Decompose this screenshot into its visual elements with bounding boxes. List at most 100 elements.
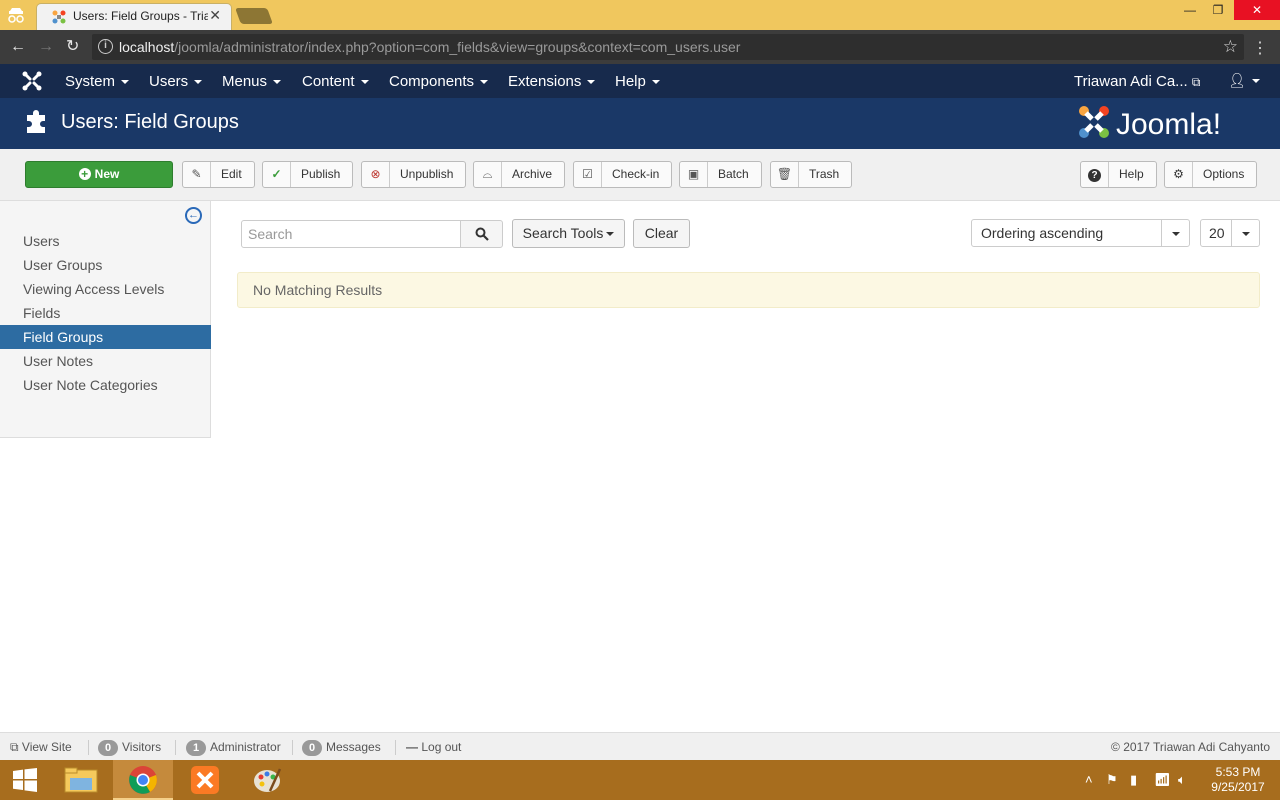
page-title: Users: Field Groups xyxy=(61,111,239,133)
edit-button[interactable]: ✎ Edit xyxy=(182,161,255,188)
admin-navbar: System Users Menus Content Components Ex… xyxy=(0,64,1280,98)
question-icon: ? xyxy=(1081,162,1109,187)
user-menu[interactable]: 👤︎ xyxy=(1228,72,1260,89)
nav-site-link[interactable]: Triawan Adi Ca... ⧉ xyxy=(1074,73,1200,90)
unpublish-x-icon: ⊗ xyxy=(362,162,390,187)
nav-help[interactable]: Help xyxy=(615,73,660,90)
clock-date: 9/25/2017 xyxy=(1211,780,1265,794)
taskbar-clock[interactable]: 5:53 PM 9/25/2017 xyxy=(1208,765,1268,795)
address-bar[interactable]: i localhost/joomla/administrator/index.p… xyxy=(92,34,1244,60)
sidebar-item-user-note-categories[interactable]: User Note Categories xyxy=(0,373,211,397)
external-link-icon: ⧉ xyxy=(1191,75,1201,89)
visitors-badge: 0 xyxy=(98,740,118,756)
archive-button[interactable]: ⌓ Archive xyxy=(473,161,566,188)
browser-menu-icon[interactable]: ⋮ xyxy=(1252,38,1268,58)
nav-menus-label: Menus xyxy=(222,73,268,90)
unpublish-button[interactable]: ⊗ Unpublish xyxy=(361,161,467,188)
administrator-status: 1 Administrator xyxy=(186,740,281,756)
taskbar-chrome[interactable] xyxy=(113,760,173,800)
reload-icon[interactable]: ↻ xyxy=(66,38,79,56)
paint-palette-icon xyxy=(254,768,282,792)
chevron-down-icon xyxy=(1231,220,1259,246)
browser-tab[interactable]: Users: Field Groups - Triawan Adi Cahyan… xyxy=(36,3,232,30)
windows-taskbar: ˄ ⚑ ▮ 📶︎ 🔈︎ 5:53 PM 9/25/2017 xyxy=(0,760,1280,800)
options-label: Options xyxy=(1203,167,1245,181)
url-path: /joomla/administrator/index.php?option=c… xyxy=(174,39,741,55)
nav-extensions[interactable]: Extensions xyxy=(508,73,596,90)
nav-system[interactable]: System xyxy=(65,73,130,90)
search-icon xyxy=(475,227,489,241)
clear-button[interactable]: Clear xyxy=(633,219,690,248)
batch-button[interactable]: ▣ Batch xyxy=(679,161,762,188)
sidebar: ← Users User Groups Viewing Access Level… xyxy=(0,201,211,438)
user-icon: 👤︎ xyxy=(1228,72,1246,88)
forward-arrow-icon[interactable]: → xyxy=(38,38,54,56)
joomla-logo-icon[interactable] xyxy=(22,71,42,91)
edit-icon: ✎ xyxy=(183,162,211,187)
search-button[interactable] xyxy=(460,220,503,248)
tray-volume-icon[interactable]: 🔈︎ xyxy=(1178,772,1186,788)
search-tools-button[interactable]: Search Tools xyxy=(512,219,625,248)
trash-button[interactable]: 🗑︎ Trash xyxy=(770,161,853,188)
sidebar-item-viewing-access-levels[interactable]: Viewing Access Levels xyxy=(0,277,211,301)
nav-components-label: Components xyxy=(389,73,475,90)
window-close-button[interactable]: ✕ xyxy=(1234,0,1280,20)
info-icon[interactable]: i xyxy=(98,39,113,54)
browser-toolbar: ← → ↻ i localhost/joomla/administrator/i… xyxy=(0,30,1280,64)
messages-link[interactable]: 0 Messages xyxy=(302,740,381,756)
status-bar: ⧉ View Site 0 Visitors 1 Administrator 0 Me… xyxy=(0,732,1280,760)
sidebar-collapse-icon[interactable]: ← xyxy=(185,207,202,224)
archive-icon: ⌓ xyxy=(474,162,502,187)
maximize-button[interactable]: ❐ xyxy=(1204,0,1232,22)
minimize-button[interactable]: — xyxy=(1176,0,1204,22)
ordering-select[interactable]: Ordering ascending xyxy=(971,219,1190,247)
chevron-down-icon xyxy=(1161,220,1189,246)
url-text[interactable]: localhost/joomla/administrator/index.php… xyxy=(119,39,740,55)
external-link-icon: ⧉ xyxy=(10,740,19,754)
copyright: © 2017 Triawan Adi Cahyanto xyxy=(1111,740,1270,754)
tray-power-icon[interactable]: ▮ xyxy=(1130,772,1137,788)
back-arrow-icon[interactable]: ← xyxy=(10,38,26,56)
new-button[interactable]: + New xyxy=(25,161,173,188)
limit-select[interactable]: 20 xyxy=(1200,219,1260,247)
nav-system-label: System xyxy=(65,73,116,90)
nav-content[interactable]: Content xyxy=(302,73,369,90)
action-toolbar: + New ✎ Edit ✓ Publish ⊗ Unpublish ⌓ Archive … xyxy=(0,149,1280,201)
nav-menus[interactable]: Menus xyxy=(222,73,282,90)
trash-label: Trash xyxy=(809,167,840,181)
tray-flag-icon[interactable]: ⚑ xyxy=(1106,772,1118,788)
publish-button[interactable]: ✓ Publish xyxy=(262,161,354,188)
logout-link[interactable]: — Log out xyxy=(406,740,461,754)
trash-icon: 🗑︎ xyxy=(771,162,799,187)
help-button[interactable]: ? Help xyxy=(1080,161,1157,188)
nav-components[interactable]: Components xyxy=(389,73,489,90)
tab-title: Users: Field Groups - Triawan Adi Cahyan… xyxy=(73,9,208,23)
sidebar-item-fields[interactable]: Fields xyxy=(0,301,211,325)
folder-icon xyxy=(64,767,98,793)
nav-content-label: Content xyxy=(302,73,355,90)
options-button[interactable]: ⚙ Options xyxy=(1164,161,1258,188)
admin-label: Administrator xyxy=(210,740,281,754)
sidebar-item-field-groups[interactable]: Field Groups xyxy=(0,325,211,349)
sidebar-item-users[interactable]: Users xyxy=(0,229,211,253)
checkin-button[interactable]: ☑ Check-in xyxy=(573,161,673,188)
nav-help-label: Help xyxy=(615,73,646,90)
tray-chevron-up-icon[interactable]: ˄ xyxy=(1085,772,1093,787)
new-tab-button[interactable] xyxy=(235,8,273,24)
taskbar-file-explorer[interactable] xyxy=(51,760,111,800)
chrome-icon xyxy=(129,766,157,794)
taskbar-paint[interactable] xyxy=(237,760,297,800)
taskbar-xampp[interactable] xyxy=(175,760,235,800)
bookmark-star-icon[interactable]: ☆ xyxy=(1223,37,1238,57)
sidebar-item-user-groups[interactable]: User Groups xyxy=(0,253,211,277)
tab-close-icon[interactable]: ✕ xyxy=(209,7,221,24)
gear-icon: ⚙ xyxy=(1165,162,1193,187)
nav-users[interactable]: Users xyxy=(149,73,203,90)
view-site-link[interactable]: ⧉ View Site xyxy=(10,740,72,755)
publish-label: Publish xyxy=(301,167,341,181)
windows-start-icon[interactable] xyxy=(12,768,38,792)
sidebar-item-user-notes[interactable]: User Notes xyxy=(0,349,211,373)
tray-network-icon[interactable]: 📶︎ xyxy=(1154,772,1171,788)
search-input[interactable] xyxy=(241,220,461,248)
unpublish-label: Unpublish xyxy=(400,167,454,181)
